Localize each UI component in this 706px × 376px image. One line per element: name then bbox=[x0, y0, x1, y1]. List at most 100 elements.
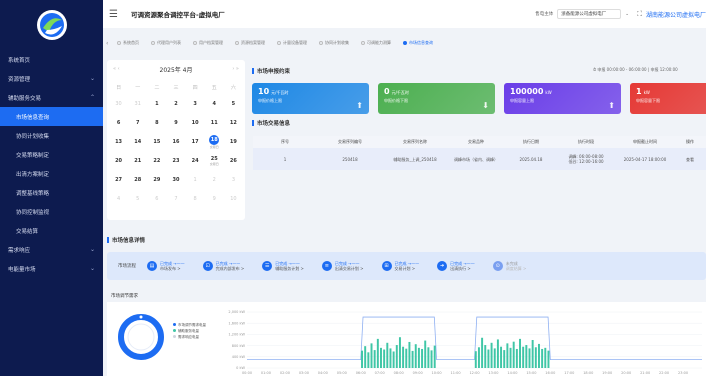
next-year-icon[interactable]: › » bbox=[232, 66, 239, 72]
calendar-day[interactable]: 2 bbox=[166, 94, 185, 113]
calendar-day[interactable]: 27 bbox=[109, 170, 128, 189]
x-tick-label: 05:00 bbox=[337, 371, 347, 375]
calendar-day[interactable]: 23 bbox=[166, 151, 185, 170]
calendar-day[interactable]: 24 bbox=[186, 151, 205, 170]
sidebar-item[interactable]: 市场信息查询 bbox=[0, 107, 103, 126]
calendar-day[interactable]: 21 bbox=[128, 151, 147, 170]
calendar-day[interactable]: 4 bbox=[205, 94, 224, 113]
calendar-day[interactable]: 7 bbox=[128, 113, 147, 132]
calendar-day[interactable]: 30 bbox=[166, 170, 185, 189]
chevron-down-icon[interactable]: ⌄ bbox=[625, 12, 629, 17]
table-row[interactable]: 1 250418 辅助服务_上调_250418 调峰市场（省内、调峰） 2025.04.… bbox=[253, 148, 706, 170]
day-number: 22 bbox=[153, 157, 161, 164]
calendar-day[interactable]: 20 bbox=[109, 151, 128, 170]
x-tick-label: 00:00 bbox=[242, 371, 252, 375]
trade-info-title: 市场交易信息 bbox=[252, 119, 290, 127]
calendar-day[interactable]: 10 bbox=[224, 189, 243, 208]
day-number: 27 bbox=[115, 176, 123, 183]
sidebar-item[interactable]: 调整基线策略 bbox=[0, 183, 103, 202]
calendar-day[interactable]: 3 bbox=[224, 170, 243, 189]
flow-step[interactable]: ☰已完成辅助服务计划 > bbox=[262, 261, 304, 271]
calendar-day[interactable]: 1 bbox=[147, 94, 166, 113]
company-select[interactable]: 浙备能源公司虚拟电厂 bbox=[557, 9, 622, 19]
flow-step[interactable]: ⊙ 未完成 调度结算 > bbox=[492, 261, 526, 271]
legend-label: 需求响应电量 bbox=[178, 335, 199, 339]
menu-toggle-icon[interactable]: ☰ bbox=[109, 9, 123, 20]
table-header: 序号 交易序列编号 交易序列名称 交易品种 执行日期 执行时段 申报截止时间 操作 bbox=[253, 136, 706, 148]
calendar-day[interactable]: 6 bbox=[109, 113, 128, 132]
calendar-day[interactable]: 22 bbox=[147, 151, 166, 170]
user-name[interactable]: 湖南能源公司虚拟电厂 bbox=[646, 10, 706, 19]
flow-step[interactable]: ▤已完成市场发布 > bbox=[147, 261, 185, 271]
sidebar-item[interactable]: 辅助服务交易 ⌃ bbox=[0, 88, 103, 107]
calendar-day[interactable]: 4 bbox=[109, 189, 128, 208]
tab-item[interactable]: 协同计划收集 bbox=[313, 40, 355, 46]
flow-label: 市场流程 bbox=[118, 264, 136, 269]
tab-item[interactable]: 可调能力测算 bbox=[355, 40, 397, 46]
flow-step[interactable]: ➜已完成出清执行 > bbox=[437, 261, 475, 271]
sidebar-item[interactable]: 出清方案制定 bbox=[0, 164, 103, 183]
prev-year-icon[interactable]: « ‹ bbox=[113, 66, 120, 72]
calendar-day[interactable]: 29 bbox=[147, 170, 166, 189]
sidebar-item[interactable]: 协同计划收集 bbox=[0, 126, 103, 145]
weekday-label: 二 bbox=[154, 84, 160, 91]
sidebar-item[interactable]: 资源管理 ⌄ bbox=[0, 69, 103, 88]
calendar-day[interactable]: 16 bbox=[166, 132, 185, 151]
table-cell: 调峰: 06:00-08:00 低谷: 12:00-16:00 bbox=[568, 154, 604, 164]
flow-step[interactable]: ⊞已完成交易计划 > bbox=[381, 261, 420, 271]
calendar-day[interactable]: 31 bbox=[128, 94, 147, 113]
calendar-day[interactable]: 18 交易日 bbox=[205, 132, 224, 151]
calendar-day[interactable]: 6 bbox=[147, 189, 166, 208]
calendar-day[interactable]: 15 bbox=[147, 132, 166, 151]
tab-item[interactable]: 代理用户列表 bbox=[145, 40, 187, 46]
sidebar-item[interactable]: 协同控制监视 bbox=[0, 202, 103, 221]
calendar-day[interactable]: 3 bbox=[186, 94, 205, 113]
calendar-day[interactable]: 5 bbox=[128, 189, 147, 208]
sidebar-item[interactable]: 系统首页 bbox=[0, 50, 103, 69]
sidebar-item[interactable]: 需求响应 ⌄ bbox=[0, 240, 103, 259]
flow-step[interactable]: ⊡已完成完成内部发布 > bbox=[202, 261, 244, 271]
flow-step[interactable]: ≡已完成出清交易计划 > bbox=[321, 261, 364, 271]
demand-bar bbox=[509, 347, 512, 368]
card-value-row: 10 元/千瓦时 bbox=[258, 87, 363, 96]
calendar-day[interactable]: 8 bbox=[147, 113, 166, 132]
fullscreen-icon[interactable]: ⛶ bbox=[637, 10, 642, 19]
calendar-day[interactable]: 17 bbox=[186, 132, 205, 151]
calendar-day[interactable]: 14 bbox=[128, 132, 147, 151]
day-number: 5 bbox=[136, 195, 140, 202]
tab-item[interactable]: 资源档案管理 bbox=[229, 40, 271, 46]
calendar-day[interactable]: 19 bbox=[224, 132, 243, 151]
calendar-day[interactable]: 26 bbox=[224, 151, 243, 170]
day-number: 10 bbox=[191, 119, 199, 126]
calendar-day[interactable]: 7 bbox=[166, 189, 185, 208]
calendar-day[interactable]: 8 bbox=[186, 189, 205, 208]
calendar-day[interactable]: 9 bbox=[205, 189, 224, 208]
calendar-day[interactable]: 9 bbox=[166, 113, 185, 132]
weekday-label: 五 bbox=[211, 84, 217, 91]
sidebar-item-label: 系统首页 bbox=[8, 57, 31, 64]
calendar-day[interactable]: 1 bbox=[186, 170, 205, 189]
day-number: 24 bbox=[191, 157, 199, 164]
tab-prev-icon[interactable]: ‹ bbox=[103, 40, 111, 47]
calendar-day[interactable]: 2 bbox=[205, 170, 224, 189]
calendar-day[interactable]: 28 bbox=[128, 170, 147, 189]
calendar-day[interactable]: 11 bbox=[205, 113, 224, 132]
column-header: 执行日期 bbox=[523, 139, 539, 144]
calendar-day[interactable]: 10 bbox=[186, 113, 205, 132]
sidebar-item[interactable]: 电能量市场 ⌄ bbox=[0, 259, 103, 278]
tab-item[interactable]: 用户档案管理 bbox=[187, 40, 229, 46]
calendar-day[interactable]: 13 bbox=[109, 132, 128, 151]
x-tick-label: 15:00 bbox=[526, 371, 536, 375]
calendar-day[interactable]: 25 交易日 bbox=[205, 151, 224, 170]
y-tick-label: 400 kW bbox=[232, 355, 246, 359]
calendar-day[interactable]: 30 bbox=[109, 94, 128, 113]
sidebar-item[interactable]: 交易策略制定 bbox=[0, 145, 103, 164]
tab-item[interactable]: 计量设备管理 bbox=[271, 40, 313, 46]
calendar-day[interactable]: 5 bbox=[224, 94, 243, 113]
sidebar-item[interactable]: 交易结算 bbox=[0, 221, 103, 240]
table-cell[interactable]: 查看 bbox=[675, 157, 705, 162]
tab-item[interactable]: 系统首页 bbox=[111, 40, 145, 46]
tab-item[interactable]: 市场信息查询 bbox=[397, 40, 439, 46]
demand-bar bbox=[402, 346, 405, 368]
calendar-day[interactable]: 12 bbox=[224, 113, 243, 132]
